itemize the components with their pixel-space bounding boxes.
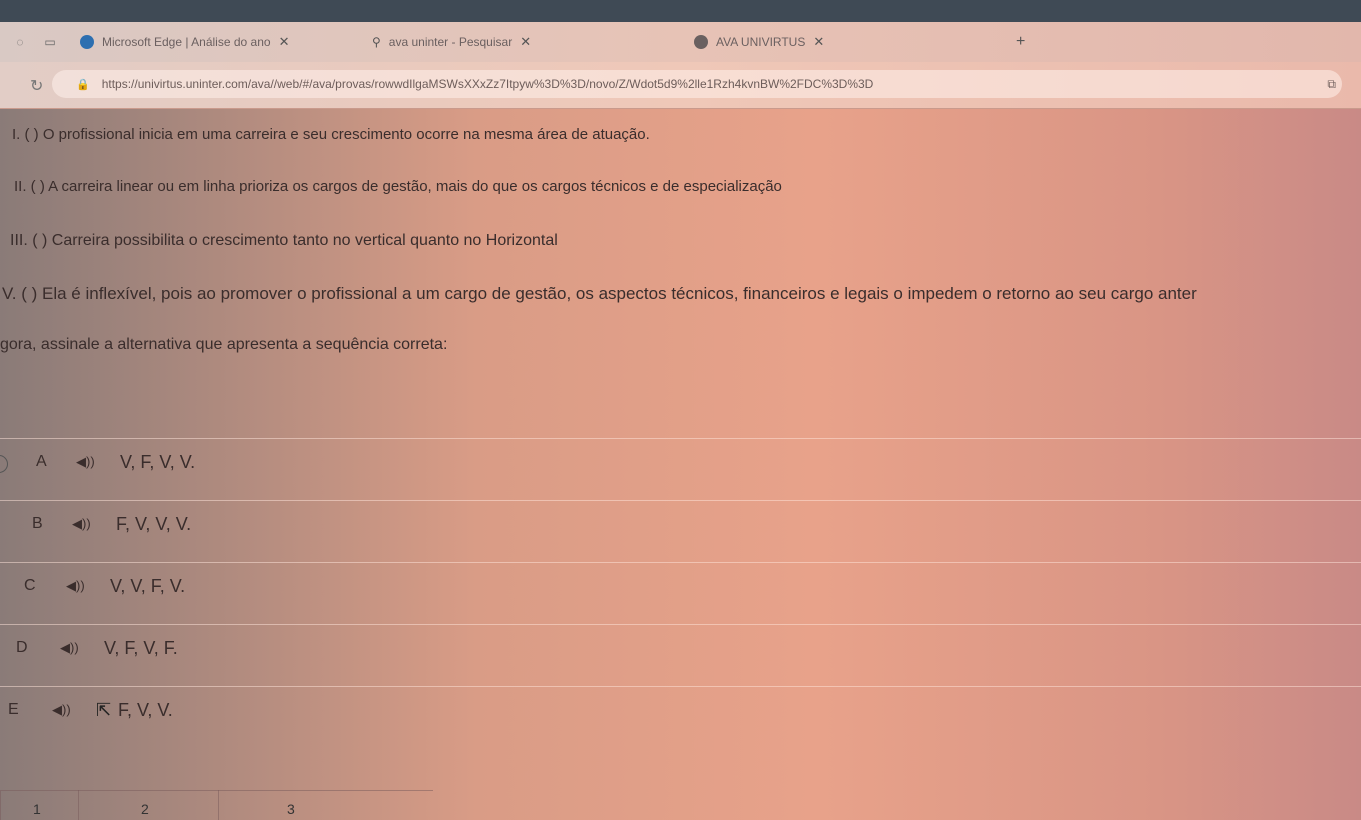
tab-edge-analysis[interactable]: Microsoft Edge | Análise do ano ✕ <box>68 27 352 57</box>
radio-button[interactable] <box>0 455 8 473</box>
option-text: V, F, V, V. <box>120 452 196 472</box>
speaker-icon[interactable]: ◀)) <box>76 454 95 470</box>
option-letter: B <box>32 515 43 532</box>
new-tab-button[interactable]: + <box>1016 33 1025 51</box>
close-icon[interactable]: ✕ <box>279 34 290 50</box>
close-icon[interactable]: ✕ <box>520 34 531 50</box>
ava-favicon-icon <box>694 35 708 49</box>
tab-actions-icon[interactable]: ▭ <box>40 35 60 49</box>
copy-icon[interactable]: ⧉ <box>1327 77 1336 92</box>
option-letter: D <box>16 639 28 656</box>
question-prompt: gora, assinale a alternativa que apresen… <box>0 336 448 353</box>
url-text: https://univirtus.uninter.com/ava//web/#… <box>101 77 874 91</box>
option-b[interactable]: B ◀)) F, V, V, V. <box>0 500 1361 559</box>
tab-ava-univirtus[interactable]: AVA UNIVIRTUS ✕ <box>682 27 996 57</box>
statement-2: II. ( ) A carreira linear ou em linha pr… <box>14 178 782 195</box>
address-bar-area: ↻ 🔒 https://univirtus.uninter.com/ava//w… <box>0 62 1361 109</box>
option-text: F, V, V. <box>118 700 173 720</box>
question-number: 3 <box>287 801 295 817</box>
mouse-cursor-icon: ⇱ <box>96 700 112 720</box>
speaker-icon[interactable]: ◀)) <box>72 516 91 532</box>
page-content: I. ( ) O profissional inicia em uma carr… <box>0 108 1361 819</box>
tab-title: AVA UNIVIRTUS <box>716 35 806 49</box>
tab-title: ava uninter - Pesquisar <box>388 35 513 49</box>
tab-search[interactable]: ⚲ ava uninter - Pesquisar ✕ <box>360 27 674 57</box>
speaker-icon[interactable]: ◀)) <box>60 640 79 656</box>
question-number: 2 <box>141 801 149 817</box>
speaker-icon[interactable]: ◀)) <box>66 578 85 594</box>
option-e[interactable]: E ◀)) F, V, V. <box>0 686 1361 745</box>
tab-title: Microsoft Edge | Análise do ano <box>102 35 271 49</box>
statement-4: V. ( ) Ela é inflexível, pois ao promove… <box>2 284 1197 303</box>
option-d[interactable]: D ◀)) V, F, V, F. <box>0 624 1361 683</box>
option-text: F, V, V, V. <box>116 514 192 534</box>
address-bar[interactable]: 🔒 https://univirtus.uninter.com/ava//web… <box>52 70 1342 98</box>
edge-favicon-icon <box>80 35 94 49</box>
question-navigation: 1 2 3 <box>0 790 1361 820</box>
statement-1: I. ( ) O profissional inicia em uma carr… <box>12 126 650 143</box>
search-icon: ⚲ <box>372 35 381 49</box>
browser-tab-bar: ◌ ▭ Microsoft Edge | Análise do ano ✕ ⚲ … <box>0 22 1361 62</box>
question-tab-3[interactable]: 3 <box>218 790 433 820</box>
question-number: 1 <box>33 801 41 817</box>
option-letter: E <box>8 701 19 718</box>
option-letter: C <box>24 577 36 594</box>
option-a[interactable]: A ◀)) V, F, V, V. <box>0 438 1361 497</box>
option-letter: A <box>36 453 47 470</box>
option-text: V, V, F, V. <box>110 576 186 596</box>
question-tab-1[interactable]: 1 <box>0 790 79 820</box>
statement-3: III. ( ) Carreira possibilita o crescime… <box>10 232 558 249</box>
option-c[interactable]: C ◀)) V, V, F, V. <box>0 562 1361 621</box>
profile-icon[interactable]: ◌ <box>10 35 30 49</box>
lock-icon[interactable]: 🔒 <box>76 78 90 91</box>
question-tab-2[interactable]: 2 <box>78 790 219 820</box>
reload-icon[interactable]: ↻ <box>30 76 43 96</box>
window-top-strip <box>0 0 1361 22</box>
speaker-icon[interactable]: ◀)) <box>52 702 71 718</box>
option-text: V, F, V, F. <box>104 638 178 658</box>
close-icon[interactable]: ✕ <box>813 34 824 50</box>
